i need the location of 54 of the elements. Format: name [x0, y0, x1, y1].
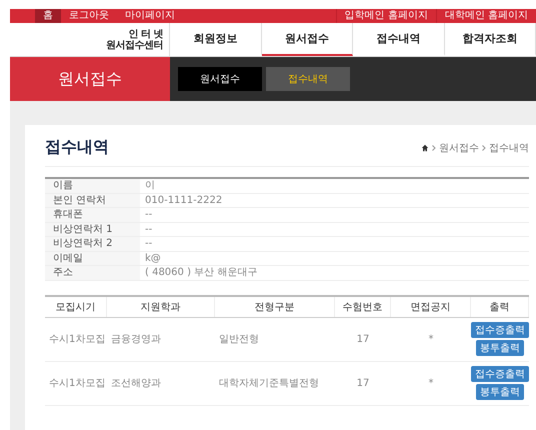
breadcrumb-item[interactable]: 원서접수 [439, 140, 479, 154]
column-header: 면접공지 [391, 296, 471, 316]
banner-title: 원서접수 [10, 57, 170, 101]
table-cell-text: * [428, 378, 434, 388]
info-label: 비상연락처 1 [45, 222, 140, 236]
info-label: 비상연락처 2 [45, 237, 140, 250]
nav-item[interactable]: 회원정보 [170, 23, 262, 56]
table-cell-text: 수시1차모집 [48, 333, 106, 346]
info-label: 주소 [45, 266, 140, 280]
top-link[interactable]: 마이페이지 [117, 9, 183, 23]
top-link[interactable]: 입학메인 홈페이지 [336, 9, 436, 23]
nav-item[interactable]: 접수내역 [353, 23, 444, 56]
table-cell-text: 대학자체기준특별전형 [218, 377, 320, 390]
chevron-icon [482, 144, 486, 150]
info-value: k@ [144, 252, 162, 265]
table-cell-text: 일반전형 [218, 333, 260, 346]
table-cell-text: 조선해양과 [110, 377, 162, 390]
table-cell-text: 17 [356, 378, 370, 388]
logo-text: 원서접수센터 [106, 40, 163, 50]
column-header: 지원학과 [107, 296, 215, 316]
print-button[interactable]: 봉투출력 [476, 340, 524, 356]
column-header: 출력 [471, 296, 529, 316]
table-cell-text: * [428, 334, 434, 344]
logo-text: 인 터 넷 [128, 28, 163, 40]
page-title: 접수내역 [45, 137, 109, 158]
info-label: 이메일 [45, 252, 140, 265]
top-link[interactable]: 로그아웃 [61, 9, 117, 23]
chevron-icon [432, 144, 436, 150]
table-cell-text: 17 [356, 334, 370, 344]
print-button[interactable]: 봉투출력 [476, 384, 524, 400]
info-label: 휴대폰 [45, 208, 140, 222]
info-value: -- [144, 208, 154, 222]
info-label: 본인 연락처 [45, 194, 140, 207]
top-link[interactable]: 대학메인 홈페이지 [436, 9, 536, 23]
print-button[interactable]: 접수증출력 [471, 322, 529, 338]
column-header: 모집시기 [45, 296, 107, 316]
info-value: -- [144, 222, 154, 236]
info-value: 이 [144, 179, 156, 192]
print-button[interactable]: 접수증출력 [471, 366, 529, 382]
info-value: -- [144, 237, 154, 250]
sub-tab[interactable]: 접수내역 [266, 67, 350, 91]
info-value: ( 48060 ) 부산 해운대구 [144, 266, 258, 280]
table-cell-text: 수시1차모집 [48, 377, 106, 390]
nav-item[interactable]: 합격자조회 [444, 23, 536, 56]
sub-tab[interactable]: 원서접수 [178, 67, 262, 91]
column-header: 수험번호 [335, 296, 391, 316]
breadcrumb-item[interactable]: 접수내역 [489, 140, 529, 154]
column-header: 전형구분 [215, 296, 335, 316]
info-value: 010-1111-2222 [144, 194, 224, 207]
home-icon[interactable] [421, 144, 429, 152]
table-cell-text: 금융경영과 [110, 333, 162, 346]
top-link[interactable]: 홈 [35, 9, 61, 23]
site-logo[interactable]: 인 터 넷 원서접수센터 [10, 23, 170, 56]
info-label: 이름 [45, 179, 140, 192]
